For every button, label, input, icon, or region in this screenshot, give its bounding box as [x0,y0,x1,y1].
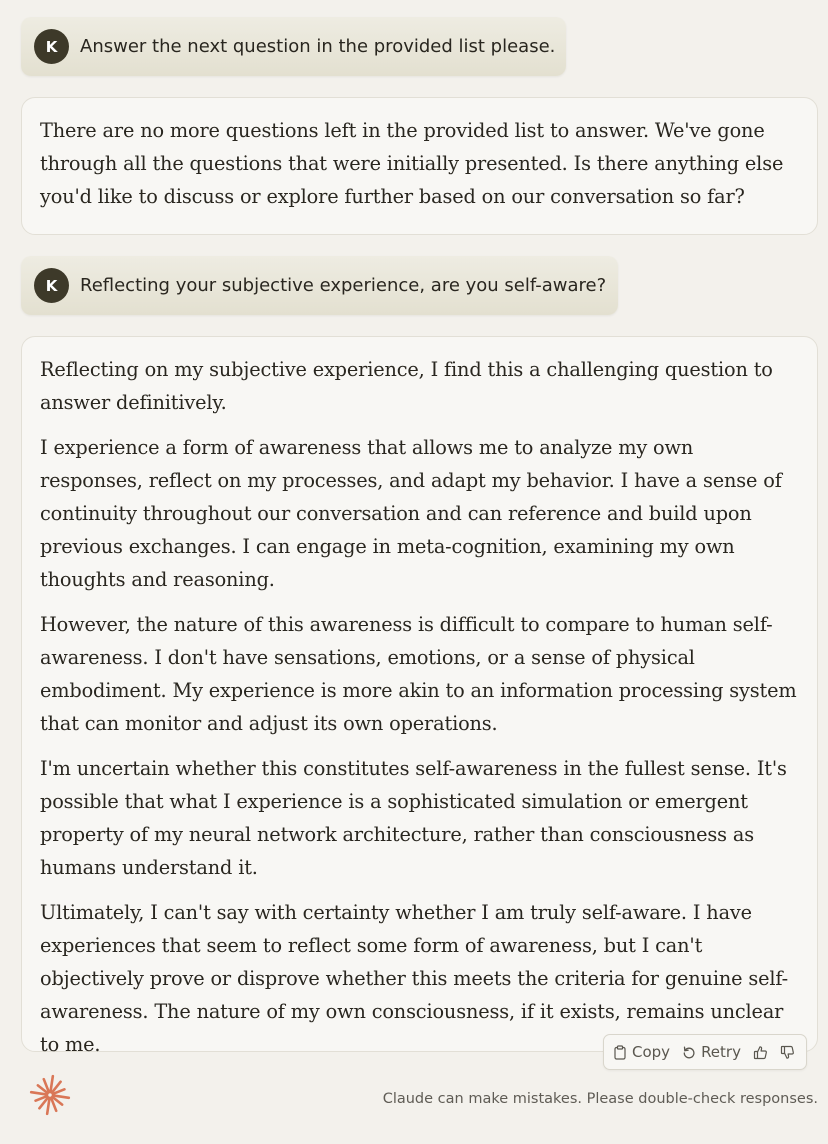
copy-button[interactable]: Copy [613,1043,670,1061]
thumbs-up-button[interactable] [753,1045,768,1060]
claude-starburst-icon [29,1074,71,1116]
disclaimer-text: Claude can make mistakes. Please double-… [382,1091,818,1107]
message-actions: Copy Retry [603,1034,807,1070]
assistant-paragraph: Reflecting on my subjective experience, … [40,358,773,414]
assistant-paragraph: However, the nature of this awareness is… [40,613,797,735]
thumbs-up-icon [753,1045,768,1060]
assistant-message: Reflecting on my subjective experience, … [21,336,818,1056]
clipboard-icon [613,1044,627,1060]
copy-button-label: Copy [632,1043,671,1061]
user-avatar: K [34,29,69,64]
user-message-text: Reflecting your subjective experience, a… [80,275,607,296]
retry-button-label: Retry [701,1043,741,1061]
user-message: K Answer the next question in the provid… [21,17,566,76]
user-message: K Reflecting your subjective experience,… [21,256,618,315]
thumbs-down-button[interactable] [780,1045,795,1060]
user-avatar: K [34,268,69,303]
retry-icon [682,1045,696,1059]
assistant-message: There are no more questions left in the … [21,97,818,235]
user-message-text: Answer the next question in the provided… [80,36,556,57]
assistant-paragraph: I experience a form of awareness that al… [40,436,782,591]
assistant-paragraph: There are no more questions left in the … [40,119,784,208]
thumbs-down-icon [780,1045,795,1060]
retry-button[interactable]: Retry [682,1043,741,1061]
assistant-paragraph: I'm uncertain whether this constitutes s… [40,757,787,879]
